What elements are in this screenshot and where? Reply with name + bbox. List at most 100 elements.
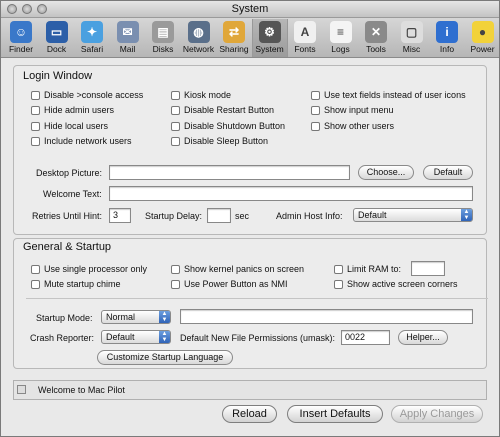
startup-delay-field[interactable]: [207, 208, 231, 223]
checkbox-box[interactable]: [31, 136, 40, 146]
checkbox-box[interactable]: [31, 105, 40, 115]
toolbar-item-logs[interactable]: ≡ Logs: [323, 19, 359, 57]
checkbox-label: Use Power Button as NMI: [184, 279, 288, 289]
power-icon: ●: [471, 21, 494, 43]
checkbox-box[interactable]: [171, 121, 180, 131]
checkbox-label: Include network users: [44, 136, 132, 146]
checkbox-label: Show active screen corners: [347, 279, 458, 289]
checkbox-box[interactable]: [31, 90, 40, 100]
checkbox-hide-local-users[interactable]: Hide local users: [31, 121, 108, 131]
fonts-icon: A: [294, 21, 316, 43]
checkbox-box[interactable]: [311, 121, 320, 131]
checkbox-disable-restart[interactable]: Disable Restart Button: [171, 105, 274, 115]
checkbox-power-button-nmi[interactable]: Use Power Button as NMI: [171, 279, 288, 289]
toolbar-item-label: Tools: [366, 44, 386, 54]
startup-mode-popup[interactable]: Normal ▲ ▼: [101, 310, 171, 324]
chevron-updown-icon: ▲ ▼: [159, 331, 170, 343]
title-bar: System: [1, 1, 499, 18]
toolbar-item-finder[interactable]: ☺ Finder: [3, 19, 39, 57]
checkbox-label: Use single processor only: [44, 264, 148, 274]
checkbox-disable-console-access[interactable]: Disable >console access: [31, 90, 143, 100]
startup-mode-label: Startup Mode:: [36, 313, 93, 323]
toolbar-item-power[interactable]: ● Power: [465, 19, 500, 57]
toolbar-item-label: Safari: [80, 44, 104, 54]
popup-value: Default: [106, 332, 135, 342]
toolbar-item-fonts[interactable]: A Fonts: [287, 19, 323, 57]
checkbox-label: Hide admin users: [44, 105, 115, 115]
checkbox-box[interactable]: [171, 105, 180, 115]
checkbox-box[interactable]: [31, 121, 40, 131]
toolbar-item-network[interactable]: ◍ Network: [181, 19, 217, 57]
startup-mode-text-field[interactable]: [180, 309, 473, 324]
toolbar-item-label: Network: [182, 44, 215, 54]
toolbar-item-label: Sharing: [219, 44, 249, 54]
system-icon: ⚙: [258, 21, 281, 43]
checkbox-label: Disable >console access: [44, 90, 144, 100]
toolbar-item-safari[interactable]: ✦ Safari: [74, 19, 110, 57]
startup-delay-label: Startup Delay:: [145, 211, 203, 221]
desktop-picture-field[interactable]: [109, 165, 350, 180]
checkbox-kernel-panics[interactable]: Show kernel panics on screen: [171, 264, 304, 274]
toolbar-item-label: Info: [439, 44, 455, 54]
umask-label: Default New File Permissions (umask):: [180, 333, 336, 343]
toolbar-item-sharing[interactable]: ⇄ Sharing: [216, 19, 252, 57]
crash-reporter-popup[interactable]: Default ▲ ▼: [101, 330, 171, 344]
checkbox-hide-admin-users[interactable]: Hide admin users: [31, 105, 114, 115]
insert-defaults-button[interactable]: Insert Defaults: [287, 405, 383, 423]
checkbox-box[interactable]: [171, 279, 180, 289]
checkbox-box[interactable]: [334, 264, 343, 274]
status-icon: [17, 385, 26, 394]
welcome-text-field[interactable]: [109, 186, 473, 201]
checkbox-disable-sleep[interactable]: Disable Sleep Button: [171, 136, 268, 146]
checkbox-include-network-users[interactable]: Include network users: [31, 136, 132, 146]
toolbar-item-dock[interactable]: ▭ Dock: [39, 19, 75, 57]
checkbox-label: Disable Sleep Button: [184, 136, 269, 146]
customize-startup-language-button[interactable]: Customize Startup Language: [97, 350, 233, 365]
checkbox-mute-startup-chime[interactable]: Mute startup chime: [31, 279, 121, 289]
checkbox-box[interactable]: [311, 105, 320, 115]
checkbox-label: Mute startup chime: [44, 279, 121, 289]
checkbox-single-processor[interactable]: Use single processor only: [31, 264, 147, 274]
toolbar-item-disks[interactable]: ▤ Disks: [145, 19, 181, 57]
mail-icon: ✉: [116, 21, 139, 43]
login-window-panel: Login Window Disable >console access Hid…: [13, 65, 487, 235]
checkbox-limit-ram[interactable]: Limit RAM to:: [334, 264, 401, 274]
toolbar-item-mail[interactable]: ✉ Mail: [110, 19, 146, 57]
toolbar-item-misc[interactable]: ▢ Misc: [394, 19, 430, 57]
checkbox-box[interactable]: [311, 90, 320, 100]
helper-button[interactable]: Helper...: [398, 330, 448, 345]
retries-field[interactable]: 3: [109, 208, 131, 223]
general-startup-heading: General & Startup: [23, 241, 112, 253]
toolbar-item-info[interactable]: i Info: [429, 19, 465, 57]
toolbar-item-tools[interactable]: ✕ Tools: [358, 19, 394, 57]
checkbox-box[interactable]: [31, 264, 40, 274]
checkbox-kiosk-mode[interactable]: Kiosk mode: [171, 90, 231, 100]
checkbox-label: Show kernel panics on screen: [184, 264, 305, 274]
toolbar: ☺ Finder ▭ Dock ✦ Safari ✉ Mail ▤ Disks ◍ Network ⇄ S…: [1, 18, 499, 58]
checkbox-box[interactable]: [31, 279, 40, 289]
admin-host-info-label: Admin Host Info:: [276, 211, 343, 221]
checkbox-use-text-fields[interactable]: Use text fields instead of user icons: [311, 90, 466, 100]
checkbox-active-screen-corners[interactable]: Show active screen corners: [334, 279, 458, 289]
checkbox-label: Limit RAM to:: [347, 264, 402, 274]
toolbar-item-system[interactable]: ⚙ System: [251, 19, 288, 57]
admin-host-info-popup[interactable]: Default ▲ ▼: [353, 208, 473, 222]
checkbox-show-other-users[interactable]: Show other users: [311, 121, 394, 131]
sec-label: sec: [235, 211, 250, 221]
toolbar-item-label: Misc: [402, 44, 421, 54]
reload-button[interactable]: Reload: [222, 405, 277, 423]
status-bar: Welcome to Mac Pilot: [13, 380, 487, 400]
choose-button[interactable]: Choose...: [358, 165, 414, 180]
ram-limit-field[interactable]: [411, 261, 445, 276]
checkbox-label: Disable Shutdown Button: [184, 121, 286, 131]
default-button[interactable]: Default: [423, 165, 473, 180]
checkbox-box[interactable]: [171, 136, 180, 146]
checkbox-box[interactable]: [334, 279, 343, 289]
checkbox-disable-shutdown[interactable]: Disable Shutdown Button: [171, 121, 285, 131]
dock-icon: ▭: [45, 21, 68, 43]
apply-changes-button[interactable]: Apply Changes: [391, 405, 483, 423]
checkbox-box[interactable]: [171, 90, 180, 100]
checkbox-show-input-menu[interactable]: Show input menu: [311, 105, 394, 115]
umask-field[interactable]: 0022: [341, 330, 390, 345]
checkbox-box[interactable]: [171, 264, 180, 274]
